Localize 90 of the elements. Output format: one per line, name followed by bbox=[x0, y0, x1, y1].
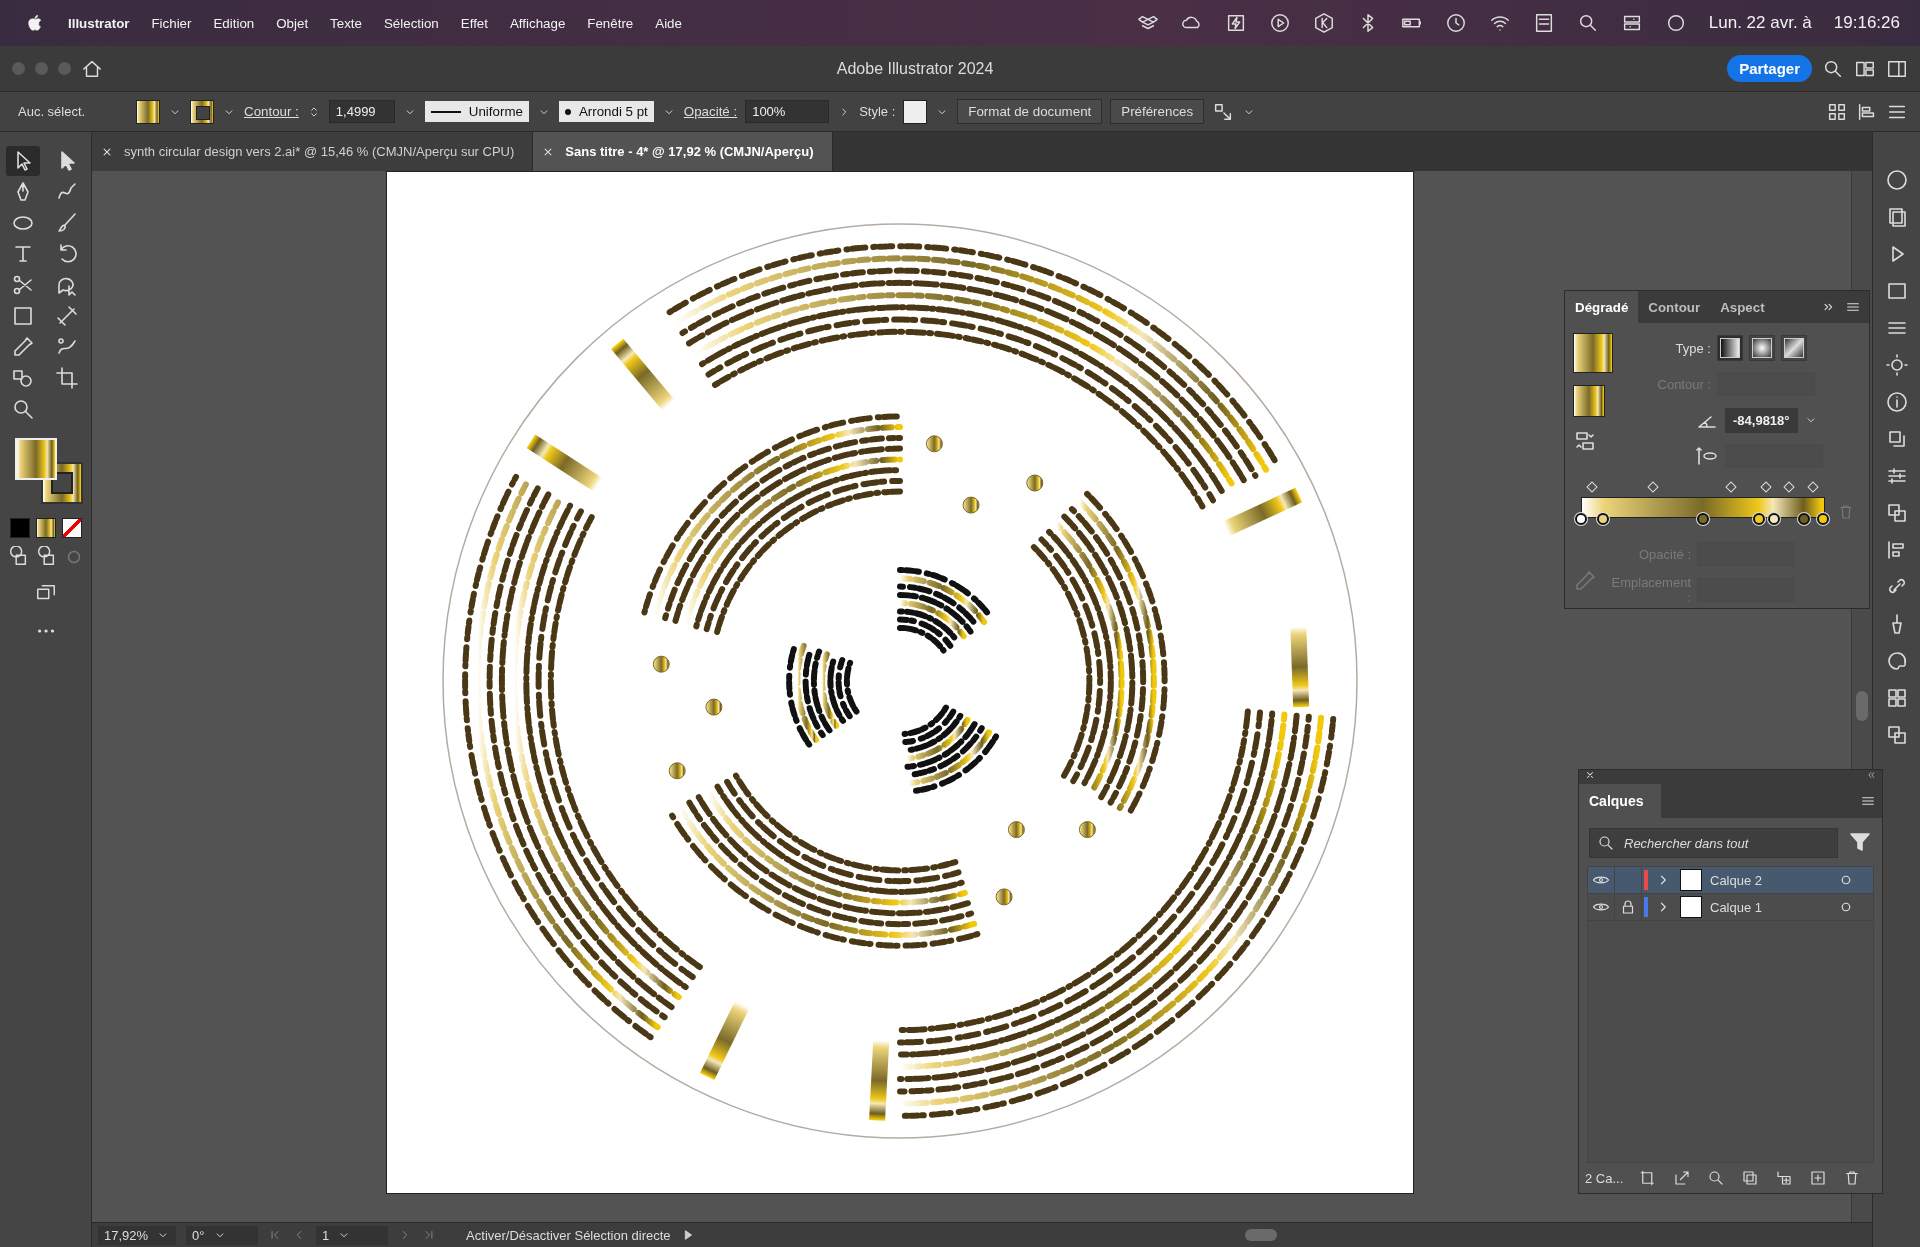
freeform-gradient-button[interactable] bbox=[1781, 335, 1807, 361]
menu-item[interactable]: Texte bbox=[330, 15, 362, 31]
color-stop[interactable] bbox=[1767, 513, 1780, 525]
menu-item[interactable]: Fichier bbox=[151, 15, 192, 31]
play-icon[interactable] bbox=[1268, 12, 1291, 34]
width-tool-icon bbox=[54, 304, 79, 328]
rotation-dropdown[interactable]: 0° bbox=[186, 1225, 259, 1245]
color-stop[interactable] bbox=[1798, 513, 1811, 525]
aspect-ratio-icon bbox=[1695, 444, 1719, 468]
linear-gradient-button[interactable] bbox=[1717, 335, 1743, 361]
style-label: Style : bbox=[859, 104, 896, 119]
export-icon[interactable] bbox=[1673, 1169, 1692, 1187]
stroke-profile-dropdown[interactable]: Uniforme bbox=[424, 101, 529, 122]
share-button[interactable]: Partager bbox=[1727, 55, 1812, 82]
opacity-field[interactable]: 100% bbox=[745, 100, 830, 123]
window-control-dot[interactable] bbox=[35, 62, 48, 75]
panel-tab[interactable]: Dégradé bbox=[1565, 291, 1639, 323]
menu-bar-time: 19:16:26 bbox=[1833, 13, 1900, 33]
color-stop[interactable] bbox=[1575, 513, 1587, 525]
document-tab[interactable]: Sans titre - 4* @ 17,92 % (CMJN/Aperçu) bbox=[533, 132, 833, 171]
menu-item[interactable]: Affichage bbox=[509, 15, 566, 31]
hexagon-icon[interactable] bbox=[1312, 12, 1335, 34]
clock-icon[interactable] bbox=[1444, 12, 1467, 34]
search-icon bbox=[1597, 834, 1615, 852]
color-stop[interactable] bbox=[1596, 513, 1609, 525]
menu-bar-date: Lun. 22 avr. à bbox=[1708, 13, 1812, 33]
window-control-dot[interactable] bbox=[12, 62, 25, 75]
stroke-link[interactable]: Contour : bbox=[244, 104, 299, 119]
fill-stroke-swatch[interactable] bbox=[1573, 385, 1605, 417]
zoom-dropdown[interactable]: 17,92% bbox=[98, 1225, 177, 1245]
new-sublayer-icon[interactable] bbox=[1775, 1169, 1794, 1187]
artboard-icon bbox=[54, 366, 79, 390]
selection-status: Auc. sélect. bbox=[18, 104, 87, 119]
fill-color-swatch[interactable] bbox=[14, 438, 57, 480]
sun-icon[interactable] bbox=[1884, 353, 1909, 377]
fill-swatch[interactable] bbox=[136, 99, 160, 124]
document-setup-button[interactable]: Format de document bbox=[957, 99, 1103, 124]
layer-thumbnail bbox=[1680, 896, 1702, 918]
status-info: Activer/Désactiver Sélection directe bbox=[466, 1227, 671, 1243]
delete-icon bbox=[1837, 503, 1855, 521]
layer-name[interactable]: Calque 2 bbox=[1710, 872, 1837, 888]
mask-icon[interactable] bbox=[1741, 1169, 1760, 1187]
color-stop[interactable] bbox=[1697, 513, 1709, 525]
close-icon[interactable] bbox=[543, 146, 554, 157]
menu-item[interactable]: Objet bbox=[276, 15, 309, 31]
gradient-slider-bar[interactable] bbox=[1581, 497, 1825, 518]
gradient-swatch[interactable] bbox=[35, 518, 56, 538]
window-control-dot[interactable] bbox=[58, 62, 71, 75]
layer-row[interactable]: Calque 2 bbox=[1588, 867, 1873, 894]
layer-thumbnail bbox=[1680, 869, 1702, 891]
stroke-weight-field[interactable]: 1,4999 bbox=[328, 100, 395, 123]
opacity-link[interactable]: Opacité : bbox=[683, 104, 738, 119]
layer-name[interactable]: Calque 1 bbox=[1710, 899, 1837, 915]
menu-item[interactable]: Sélection bbox=[383, 15, 439, 31]
window-title: Adobe Illustrator 2024 bbox=[835, 59, 995, 78]
solid-fill-swatch[interactable] bbox=[9, 518, 30, 538]
close-icon[interactable] bbox=[102, 146, 112, 157]
type-label: Type : bbox=[1674, 340, 1711, 356]
layer-search-field[interactable]: Rechercher dans tout bbox=[1589, 828, 1838, 858]
gradient-preview-swatch[interactable] bbox=[1573, 333, 1613, 373]
color-stop[interactable] bbox=[1753, 513, 1766, 525]
color-wheel-icon[interactable] bbox=[1884, 168, 1909, 192]
app-menu[interactable]: Illustrator bbox=[68, 15, 130, 31]
menu-item[interactable]: Effet bbox=[460, 15, 488, 31]
close-icon[interactable] bbox=[1585, 770, 1595, 780]
menu-item[interactable]: Aide bbox=[655, 15, 682, 31]
filter-icon[interactable] bbox=[1848, 830, 1872, 854]
new-layer-icon[interactable] bbox=[1809, 1169, 1828, 1187]
tool-button[interactable] bbox=[5, 146, 40, 176]
color-stop[interactable] bbox=[1816, 513, 1829, 525]
layers-tab[interactable]: Calques bbox=[1579, 784, 1662, 818]
info-icon[interactable] bbox=[1884, 390, 1909, 414]
eyedropper-icon bbox=[1573, 569, 1597, 593]
layer-row[interactable]: Calque 1 bbox=[1588, 894, 1873, 921]
menu-item[interactable]: Edition bbox=[213, 15, 255, 31]
artboard-dropdown[interactable]: 1 bbox=[316, 1225, 389, 1245]
reverse-gradient-icon[interactable] bbox=[1573, 429, 1597, 453]
angle-field[interactable]: -84,9818° bbox=[1725, 407, 1798, 433]
none-swatch[interactable] bbox=[61, 518, 82, 538]
stroke-swatch[interactable] bbox=[190, 99, 214, 124]
panel-tab[interactable]: Aspect bbox=[1710, 291, 1775, 323]
preferences-button[interactable]: Préférences bbox=[1110, 99, 1205, 124]
style-swatch[interactable] bbox=[903, 99, 928, 124]
menu-item[interactable]: Fenêtre bbox=[587, 15, 634, 31]
panel-tab[interactable]: Contour bbox=[1638, 291, 1711, 323]
brush-dropdown[interactable]: Arrondi 5 pt bbox=[558, 101, 654, 122]
radial-gradient-button[interactable] bbox=[1749, 335, 1775, 361]
layer-count: 2 Ca... bbox=[1585, 1170, 1624, 1186]
collapse-icon[interactable] bbox=[1866, 770, 1876, 780]
document-tab[interactable]: synth circular design vers 2.ai* @ 15,46 % (CMJN/Aperçu sur CPU) bbox=[92, 132, 534, 171]
